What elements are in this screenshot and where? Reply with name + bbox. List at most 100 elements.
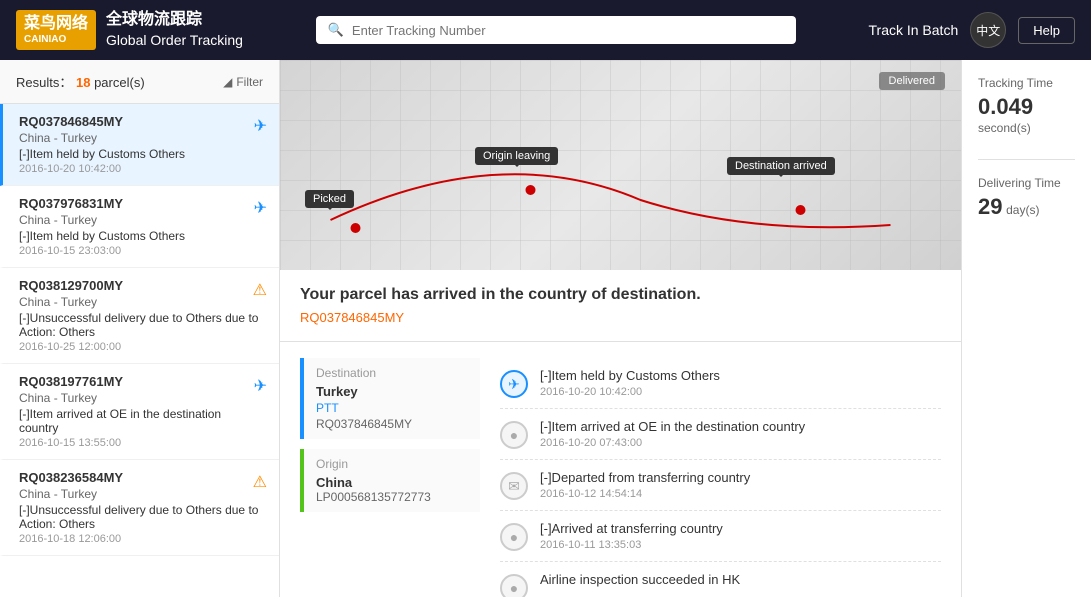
logo-box: 菜鸟网络 CAINIAO xyxy=(16,10,96,49)
plane-icon: ✈ xyxy=(254,198,267,218)
origin-country: China xyxy=(316,475,468,490)
plane-icon: ✈ xyxy=(254,116,267,136)
event-item-2: ✉ [-]Departed from transferring country … xyxy=(500,460,941,511)
picked-label: Picked xyxy=(305,190,354,208)
content-area: Picked Origin leaving Destination arrive… xyxy=(280,60,961,597)
event-desc: [-]Item arrived at OE in the destination… xyxy=(540,419,805,434)
delivered-badge: Delivered xyxy=(879,72,945,90)
parcel-date: 2016-10-15 23:03:00 xyxy=(19,245,263,257)
parcel-item-2[interactable]: RQ038129700MY China - Turkey [-]Unsucces… xyxy=(0,268,279,364)
event-desc: [-]Item held by Customs Others xyxy=(540,368,720,383)
parcel-status: [-]Item arrived at OE in the destination… xyxy=(19,407,263,435)
parcel-count: 18 xyxy=(76,75,90,90)
parcel-id: RQ038129700MY xyxy=(19,278,263,293)
event-icon-plane: ✈ xyxy=(500,370,528,398)
track-batch-button[interactable]: Track In Batch xyxy=(869,22,959,38)
parcel-id: RQ037846845MY xyxy=(19,114,263,129)
parcel-status: [-]Unsuccessful delivery due to Others d… xyxy=(19,503,263,531)
event-date: 2016-10-12 14:54:14 xyxy=(540,488,750,500)
delivering-time-block: Delivering Time 29 day(s) xyxy=(978,176,1075,220)
dest-origin-cards: Destination Turkey PTT RQ037846845MY Ori… xyxy=(300,358,480,597)
parcel-route: China - Turkey xyxy=(19,131,263,145)
tracking-time-block: Tracking Time 0.049 second(s) xyxy=(978,76,1075,135)
logo-title: 全球物流跟踪 Global Order Tracking xyxy=(106,9,243,51)
parcel-status: [-]Item held by Customs Others xyxy=(19,147,263,161)
logo-cn: 菜鸟网络 xyxy=(24,15,88,32)
filter-button[interactable]: ◢ Filter xyxy=(223,75,263,89)
parcel-status: [-]Unsuccessful delivery due to Others d… xyxy=(19,311,263,339)
event-icon-dot: ● xyxy=(500,421,528,449)
delivering-time-label: Delivering Time xyxy=(978,176,1075,190)
title-en: Global Order Tracking xyxy=(106,31,243,51)
results-label: Results： 18 parcel(s) xyxy=(16,72,145,91)
delivering-time-value-area: 29 day(s) xyxy=(978,194,1075,220)
parcel-id: RQ038236584MY xyxy=(19,470,263,485)
event-desc: [-]Departed from transferring country xyxy=(540,470,750,485)
parcel-id: RQ038197761MY xyxy=(19,374,263,389)
search-input[interactable] xyxy=(352,23,784,38)
parcel-route: China - Turkey xyxy=(19,391,263,405)
header: 菜鸟网络 CAINIAO 全球物流跟踪 Global Order Trackin… xyxy=(0,0,1091,60)
parcel-route: China - Turkey xyxy=(19,295,263,309)
tracking-id-display: RQ037846845MY xyxy=(300,310,941,325)
header-actions: Track In Batch 中文 Help xyxy=(869,12,1076,48)
parcel-status: [-]Item held by Customs Others xyxy=(19,229,263,243)
delivering-time-unit: day(s) xyxy=(1006,203,1039,217)
dest-tracking-id: RQ037846845MY xyxy=(316,417,468,431)
help-button[interactable]: Help xyxy=(1018,17,1075,44)
details-section: Destination Turkey PTT RQ037846845MY Ori… xyxy=(280,342,961,597)
event-content: [-]Item held by Customs Others 2016-10-2… xyxy=(540,368,720,398)
plane-icon: ✈ xyxy=(254,376,267,396)
tracking-message: Your parcel has arrived in the country o… xyxy=(300,286,941,304)
language-button[interactable]: 中文 xyxy=(970,12,1006,48)
parcel-date: 2016-10-18 12:06:00 xyxy=(19,533,263,545)
tracking-time-unit: second(s) xyxy=(978,121,1031,135)
parcel-route: China - Turkey xyxy=(19,213,263,227)
event-content: Airline inspection succeeded in HK xyxy=(540,572,740,587)
parcel-id: RQ037976831MY xyxy=(19,196,263,211)
event-item-4: ● Airline inspection succeeded in HK xyxy=(500,562,941,597)
search-icon: 🔍 xyxy=(328,22,344,38)
dest-country: Turkey xyxy=(316,384,468,399)
event-item-0: ✈ [-]Item held by Customs Others 2016-10… xyxy=(500,358,941,409)
dest-label: Destination xyxy=(316,366,468,380)
event-icon-email: ✉ xyxy=(500,472,528,500)
panel-divider xyxy=(978,159,1075,160)
tracking-time-value-area: 0.049 second(s) xyxy=(978,94,1075,135)
parcel-date: 2016-10-25 12:00:00 xyxy=(19,341,263,353)
tracking-time-label: Tracking Time xyxy=(978,76,1075,90)
logo-area: 菜鸟网络 CAINIAO 全球物流跟踪 Global Order Trackin… xyxy=(16,9,243,51)
event-date: 2016-10-20 10:42:00 xyxy=(540,386,720,398)
right-panel: Tracking Time 0.049 second(s) Delivering… xyxy=(961,60,1091,597)
parcel-item-1[interactable]: RQ037976831MY China - Turkey [-]Item hel… xyxy=(0,186,279,268)
origin-tracking-id: LP000568135772773 xyxy=(316,490,468,504)
event-item-3: ● [-]Arrived at transferring country 201… xyxy=(500,511,941,562)
parcel-date: 2016-10-20 10:42:00 xyxy=(19,163,263,175)
parcel-item-4[interactable]: RQ038236584MY China - Turkey [-]Unsucces… xyxy=(0,460,279,556)
parcel-item-0[interactable]: RQ037846845MY China - Turkey [-]Item hel… xyxy=(0,104,279,186)
event-desc: Airline inspection succeeded in HK xyxy=(540,572,740,587)
sidebar: Results： 18 parcel(s) ◢ Filter RQ0378468… xyxy=(0,60,280,597)
filter-icon: ◢ xyxy=(223,75,232,89)
origin-label: Origin xyxy=(316,457,468,471)
parcel-date: 2016-10-15 13:55:00 xyxy=(19,437,263,449)
dest-carrier: PTT xyxy=(316,401,468,415)
event-desc: [-]Arrived at transferring country xyxy=(540,521,723,536)
delivering-time-value: 29 xyxy=(978,194,1002,219)
event-icon-dot3: ● xyxy=(500,574,528,597)
events-list: ✈ [-]Item held by Customs Others 2016-10… xyxy=(500,358,941,597)
event-content: [-]Departed from transferring country 20… xyxy=(540,470,750,500)
tracking-time-value: 0.049 xyxy=(978,94,1033,119)
logo-en: CAINIAO xyxy=(24,34,88,46)
event-date: 2016-10-11 13:35:03 xyxy=(540,539,723,551)
title-cn: 全球物流跟踪 xyxy=(106,9,243,31)
route-map-svg xyxy=(280,60,961,270)
event-date: 2016-10-20 07:43:00 xyxy=(540,437,805,449)
search-bar[interactable]: 🔍 xyxy=(316,16,796,44)
warning-icon: ⚠ xyxy=(253,280,267,300)
parcel-item-3[interactable]: RQ038197761MY China - Turkey [-]Item arr… xyxy=(0,364,279,460)
origin-leaving-label: Origin leaving xyxy=(475,147,558,165)
main-layout: Results： 18 parcel(s) ◢ Filter RQ0378468… xyxy=(0,60,1091,597)
map-background: Picked Origin leaving Destination arrive… xyxy=(280,60,961,270)
destination-arrived-label: Destination arrived xyxy=(727,157,835,175)
